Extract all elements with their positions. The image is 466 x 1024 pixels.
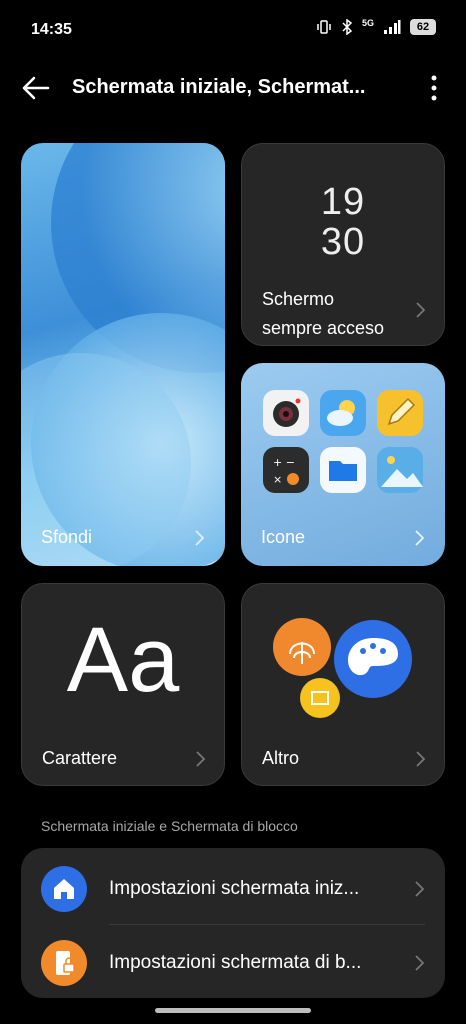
files-app-icon (320, 447, 366, 493)
app-bar: Schermata iniziale, Schermat... (0, 60, 466, 116)
chevron-right-icon (415, 881, 425, 897)
aod-clock: 19 30 (242, 182, 444, 262)
lock-screen-settings-item[interactable]: Impostazioni schermata di b... (21, 924, 445, 998)
font-label: Carattere (42, 748, 118, 768)
more-label: Altro (262, 748, 300, 768)
wallpaper-preview (21, 143, 225, 566)
wallpapers-card[interactable]: Sfondi (21, 143, 225, 566)
signal-icon (384, 20, 401, 34)
section-title: Schermata iniziale e Schermata di blocco (41, 818, 298, 834)
vibrate-icon (317, 20, 331, 34)
always-on-display-card[interactable]: 19 30 Schermo sempre acceso (241, 143, 445, 346)
always-on-label-line2: sempre acceso (262, 318, 385, 338)
status-time: 14:35 (31, 21, 72, 38)
always-on-label-line1: Schermo (262, 289, 335, 309)
chevron-right-icon (195, 530, 205, 546)
always-on-label: Schermo sempre acceso (262, 285, 384, 343)
more-card[interactable]: Altro (241, 583, 445, 786)
aod-minutes: 30 (320, 221, 366, 263)
battery-indicator: 62 (410, 19, 436, 35)
more-options-icon[interactable] (424, 72, 444, 104)
weather-app-icon (320, 390, 366, 436)
wallpapers-label: Sfondi (41, 527, 93, 547)
font-card[interactable]: Aa Carattere (21, 583, 225, 786)
settings-list: Impostazioni schermata iniz... Impostazi… (21, 848, 445, 998)
status-bar: 14:35 5G 62 (0, 0, 466, 60)
home-icon (41, 866, 87, 912)
home-screen-settings-label: Impostazioni schermata iniz... (109, 878, 360, 899)
font-sample: Aa (66, 609, 180, 711)
lock-screen-settings-label: Impostazioni schermata di b... (109, 952, 362, 973)
chevron-right-icon (416, 751, 426, 767)
chevron-right-icon (415, 530, 425, 546)
gallery-app-icon (377, 447, 423, 493)
chevron-right-icon (415, 955, 425, 971)
page-title: Schermata iniziale, Schermat... (72, 76, 366, 98)
bluetooth-icon (342, 19, 353, 35)
aod-hours: 19 (320, 181, 366, 223)
phone-lock-icon (41, 940, 87, 986)
chevron-right-icon (196, 751, 206, 767)
notes-app-icon (377, 390, 423, 436)
gesture-navigation-bar[interactable] (155, 1008, 311, 1013)
svg-text:+ −: + − (273, 456, 295, 469)
chevron-right-icon (416, 302, 426, 318)
svg-text:×: × (273, 473, 282, 486)
calculator-app-icon: + − × (263, 447, 309, 493)
more-illustration (273, 618, 412, 718)
camera-app-icon (263, 390, 309, 436)
status-icons: 5G 62 (316, 18, 436, 35)
icons-label: Icone (261, 527, 306, 547)
icons-card[interactable]: + − × Icone (241, 363, 445, 566)
network-type: 5G (361, 18, 374, 28)
home-screen-settings-item[interactable]: Impostazioni schermata iniz... (21, 850, 445, 925)
back-arrow-icon[interactable] (18, 72, 54, 104)
